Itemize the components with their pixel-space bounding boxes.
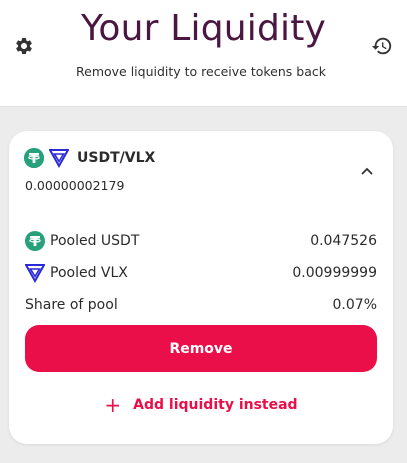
pooled-usdt-label: Pooled USDT: [50, 233, 140, 249]
usdt-token-icon: [24, 148, 44, 168]
share-of-pool-row: Share of pool 0.07%: [25, 294, 377, 316]
pair-name: USDT/VLX: [77, 150, 156, 166]
vlx-token-icon: [25, 264, 45, 283]
history-icon[interactable]: [370, 34, 394, 58]
liquidity-position-card: USDT/VLX 0.00000002179 Pooled USDT 0.047…: [9, 131, 393, 444]
remove-button[interactable]: Remove: [25, 325, 377, 372]
add-liquidity-label: Add liquidity instead: [133, 397, 298, 413]
pooled-usdt-row: Pooled USDT 0.047526: [25, 230, 377, 252]
pooled-vlx-label: Pooled VLX: [50, 265, 128, 281]
page-title: Your Liquidity: [80, 8, 327, 49]
page-header: Your Liquidity Remove liquidity to recei…: [0, 0, 407, 107]
pooled-vlx-value: 0.00999999: [292, 265, 377, 281]
pair-header[interactable]: USDT/VLX: [24, 148, 155, 168]
add-liquidity-link[interactable]: + Add liquidity instead: [9, 393, 393, 417]
chevron-up-icon[interactable]: [359, 165, 375, 177]
vlx-token-icon: [49, 148, 69, 168]
share-of-pool-label: Share of pool: [25, 297, 118, 313]
plus-icon: +: [104, 393, 122, 417]
usdt-token-icon: [25, 231, 45, 251]
pool-token-amount: 0.00000002179: [25, 178, 125, 193]
pooled-vlx-row: Pooled VLX 0.00999999: [25, 262, 377, 284]
page-subtitle: Remove liquidity to receive tokens back: [76, 64, 326, 79]
pooled-usdt-value: 0.047526: [310, 233, 377, 249]
share-of-pool-value: 0.07%: [332, 297, 377, 313]
